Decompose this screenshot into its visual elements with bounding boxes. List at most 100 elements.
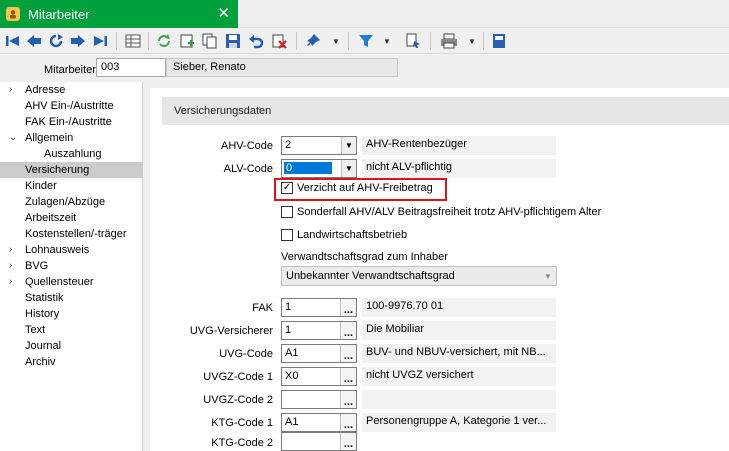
fak-field[interactable]: 1 ... — [281, 298, 357, 317]
chevron-right-icon[interactable]: › — [9, 258, 12, 274]
uvg-versicherer-description: Die Mobiliar — [362, 321, 556, 340]
sidebar-item-adresse[interactable]: › Adresse — [0, 82, 143, 98]
verwandtschaft-label: Verwandtschaftsgrad zum Inhaber — [281, 251, 448, 263]
window-title: Mitarbeiter — [28, 6, 90, 22]
uvgz-code1-field[interactable]: X0 ... — [281, 367, 357, 386]
ahv-code-select[interactable]: 2 ▼ — [281, 136, 357, 155]
ahv-code-description: AHV-Rentenbezüger — [362, 136, 556, 155]
toolbar-separator — [116, 32, 117, 50]
sidebar-item-history[interactable]: History — [0, 306, 143, 322]
sidebar-item-journal[interactable]: Journal — [0, 338, 143, 354]
employee-header: Mitarbeiter 003 Sieber, Renato — [0, 55, 729, 85]
ktg-code1-description: Personengruppe A, Kategorie 1 ver... — [362, 413, 556, 432]
sidebar-item-auszahlung[interactable]: Auszahlung — [0, 146, 143, 162]
alv-code-select[interactable]: 0 ▼ — [281, 159, 357, 178]
sidebar-item-lohnausweis[interactable]: › Lohnausweis — [0, 242, 143, 258]
employee-name-field: Sieber, Renato — [166, 58, 398, 77]
alv-code-label: ALV-Code — [223, 163, 273, 175]
uvg-versicherer-field[interactable]: 1 ... — [281, 321, 357, 340]
verwandtschaft-select[interactable]: Unbekannter Verwandtschaftsgrad ▼ — [281, 266, 557, 286]
lookup-button[interactable]: ... — [340, 414, 356, 431]
close-icon[interactable]: ✕ — [217, 5, 230, 23]
reload-icon[interactable] — [155, 32, 173, 50]
lookup-button[interactable]: ... — [340, 322, 356, 339]
sonderfall-checkbox[interactable]: Sonderfall AHV/ALV Beitragsfreiheit trot… — [281, 206, 601, 218]
undo-icon[interactable] — [247, 32, 265, 50]
lookup-button[interactable]: ... — [340, 345, 356, 362]
chevron-down-icon[interactable]: ▼ — [341, 137, 356, 154]
chevron-right-icon[interactable]: › — [9, 274, 12, 290]
toolbar-separator — [148, 32, 149, 50]
ktg-code1-field[interactable]: A1 ... — [281, 413, 357, 432]
uvgz-code2-description — [362, 390, 556, 409]
pin-icon[interactable] — [305, 32, 323, 50]
sidebar-item-fak[interactable]: FAK Ein-/Austritte — [0, 114, 143, 130]
find-icon[interactable] — [404, 32, 422, 50]
lookup-button[interactable]: ... — [340, 299, 356, 316]
chevron-right-icon[interactable]: › — [9, 242, 12, 258]
chevron-down-icon[interactable]: ▼ — [341, 160, 356, 177]
lookup-button[interactable]: ... — [340, 391, 356, 408]
uvgz-code2-field[interactable]: ... — [281, 390, 357, 409]
toolbar-separator — [430, 32, 431, 50]
toolbar-separator — [296, 32, 297, 50]
ktg-code2-field[interactable]: ... — [281, 432, 357, 451]
print-icon[interactable] — [440, 32, 458, 50]
alv-code-description: nicht ALV-pflichtig — [362, 159, 556, 178]
sidebar-item-versicherung[interactable]: Versicherung — [0, 162, 143, 178]
section-title: Versicherungsdaten — [174, 105, 272, 117]
chevron-right-icon[interactable]: › — [9, 82, 12, 98]
toolbar-separator — [348, 32, 349, 50]
next-record-icon[interactable] — [69, 32, 87, 50]
chevron-down-icon[interactable]: ▼ — [540, 267, 556, 285]
chevron-down-icon[interactable]: ▼ — [468, 36, 476, 46]
sidebar-item-zulagen[interactable]: Zulagen/Abzüge — [0, 194, 143, 210]
titlebar-spacer — [238, 0, 729, 28]
lookup-button[interactable]: ... — [340, 433, 356, 450]
sidebar-item-kostenstellen[interactable]: Kostenstellen/-träger — [0, 226, 143, 242]
table-view-icon[interactable] — [124, 32, 142, 50]
delete-icon[interactable] — [270, 32, 288, 50]
sidebar-item-ahv[interactable]: AHV Ein-/Austritte — [0, 98, 143, 114]
uvg-code-field[interactable]: A1 ... — [281, 344, 357, 363]
sidebar-item-quellensteuer[interactable]: › Quellensteuer — [0, 274, 143, 290]
toolbar-separator — [483, 32, 484, 50]
last-record-icon[interactable] — [91, 32, 109, 50]
sidebar-item-statistik[interactable]: Statistik — [0, 290, 143, 306]
new-record-icon[interactable] — [178, 32, 196, 50]
chevron-down-icon[interactable]: ▼ — [383, 36, 391, 46]
employee-number-field[interactable]: 003 — [96, 58, 166, 77]
landwirtschaft-checkbox[interactable]: Landwirtschaftsbetrieb — [281, 229, 407, 241]
checkbox-box[interactable] — [281, 206, 293, 218]
export-icon[interactable] — [490, 32, 508, 50]
sidebar-item-allgemein[interactable]: ⌄ Allgemein — [0, 130, 143, 146]
first-record-icon[interactable] — [4, 32, 22, 50]
copy-record-icon[interactable] — [201, 32, 219, 50]
prev-record-icon[interactable] — [25, 32, 43, 50]
sidebar: › Adresse AHV Ein-/Austritte FAK Ein-/Aus… — [0, 82, 143, 451]
uvg-code-description: BUV- und NBUV-versichert, mit NB... — [362, 344, 556, 363]
sidebar-item-arbeitszeit[interactable]: Arbeitszeit — [0, 210, 143, 226]
fak-label: FAK — [252, 302, 273, 314]
toolbar: ▼ ▼ ▼ — [0, 28, 729, 54]
uvgz-code1-description: nicht UVGZ versichert — [362, 367, 556, 386]
ahv-code-label: AHV-Code — [221, 140, 273, 152]
sidebar-item-bvg[interactable]: › BVG — [0, 258, 143, 274]
sidebar-item-text[interactable]: Text — [0, 322, 143, 338]
chevron-down-icon[interactable]: ⌄ — [9, 130, 17, 146]
refresh-record-icon[interactable] — [47, 32, 65, 50]
sidebar-item-kinder[interactable]: Kinder — [0, 178, 143, 194]
section-header: Versicherungsdaten — [162, 97, 729, 125]
checkmark-icon[interactable]: ✓ — [281, 182, 293, 194]
sidebar-item-archiv[interactable]: Archiv — [0, 354, 143, 370]
checkbox-box[interactable] — [281, 229, 293, 241]
uvg-versicherer-label: UVG-Versicherer — [189, 325, 273, 337]
app-icon — [6, 7, 20, 21]
lookup-button[interactable]: ... — [340, 368, 356, 385]
verzicht-checkbox[interactable]: ✓ Verzicht auf AHV-Freibetrag — [281, 182, 433, 194]
chevron-down-icon[interactable]: ▼ — [332, 36, 340, 46]
uvgz-code2-label: UVGZ-Code 2 — [203, 394, 273, 406]
uvg-code-label: UVG-Code — [219, 348, 273, 360]
filter-icon[interactable] — [357, 32, 375, 50]
save-icon[interactable] — [224, 32, 242, 50]
